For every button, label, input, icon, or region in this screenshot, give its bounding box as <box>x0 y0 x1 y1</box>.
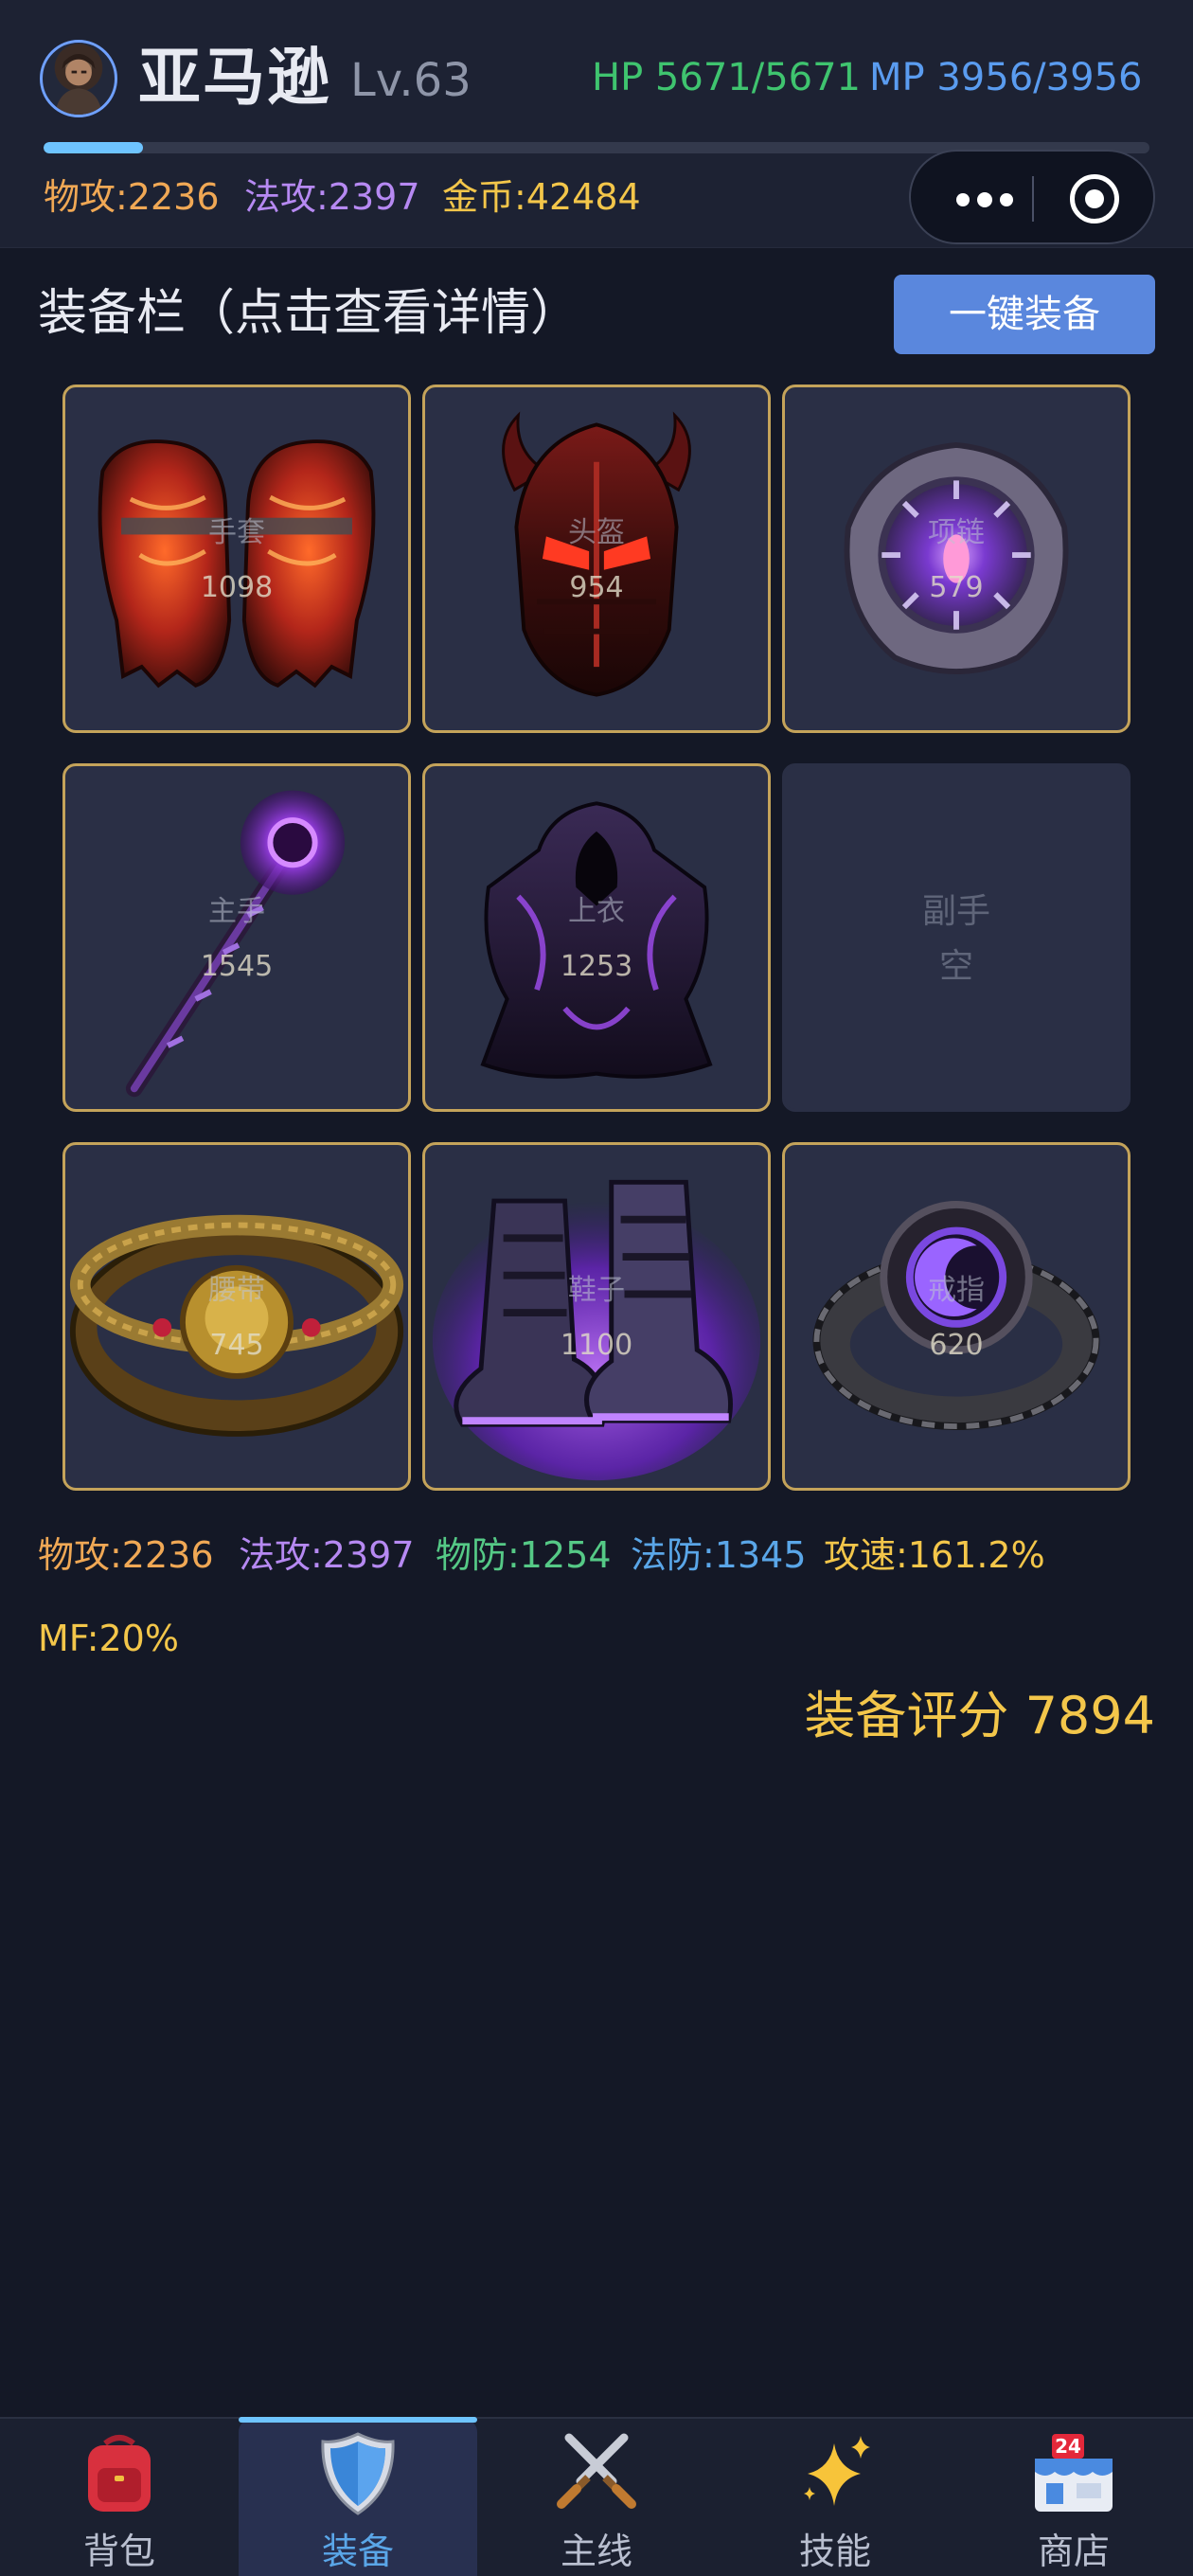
sparkles-icon <box>804 2436 870 2506</box>
slot-power: 620 <box>929 1329 984 1362</box>
slot-label: 手套 <box>208 516 265 549</box>
header-physical-attack: 物攻:2236 <box>44 176 220 218</box>
store-badge: 24 <box>1055 2435 1081 2458</box>
target-icon[interactable] <box>1070 174 1119 224</box>
slot-main-hand[interactable]: 主手 1545 <box>62 763 411 1112</box>
slot-label: 头盔 <box>568 516 625 549</box>
stat-magic-find: MF:20% <box>38 1618 179 1659</box>
slot-power: 空 <box>938 947 973 986</box>
slot-power: 1098 <box>200 571 274 604</box>
stat-physical-attack: 物攻:2236 <box>38 1534 214 1576</box>
slot-ring[interactable]: 戒指 620 <box>782 1142 1131 1491</box>
slot-label: 上衣 <box>568 895 625 928</box>
equipment-score: 装备评分 7894 <box>804 1686 1155 1745</box>
stat-magic-attack: 法攻:2397 <box>239 1534 415 1576</box>
equip-all-button[interactable]: 一键装备 <box>894 275 1155 354</box>
nav-label: 背包 <box>82 2531 155 2572</box>
crossed-swords-icon <box>557 2433 636 2509</box>
slot-label: 项链 <box>928 516 985 549</box>
nav-item-main-quest[interactable]: 主线 <box>477 2419 716 2576</box>
more-icon[interactable] <box>956 192 1013 208</box>
slot-power: 954 <box>569 571 624 604</box>
slot-label: 副手 <box>921 892 990 931</box>
slot-necklace[interactable]: 项链 579 <box>782 385 1131 733</box>
bottom-nav: 背包 装备 主线 技能 24 商店 <box>0 2417 1193 2576</box>
robe-icon <box>480 801 713 1079</box>
miniprogram-capsule <box>909 150 1155 244</box>
slot-power: 579 <box>929 571 984 604</box>
avatar-portrait-icon <box>54 54 103 115</box>
slot-helmet[interactable]: 头盔 954 <box>422 385 771 733</box>
character-header: 亚马逊 Lv.63 HP 5671/5671 MP 3956/3956 物攻:2… <box>0 0 1193 248</box>
mp-readout: MP 3956/3956 <box>869 56 1143 99</box>
boots-icon <box>432 1179 761 1481</box>
slot-label: 腰带 <box>208 1274 265 1307</box>
nav-item-shop[interactable]: 24 商店 <box>954 2419 1193 2576</box>
belt-icon <box>69 1214 404 1437</box>
helmet-icon <box>502 411 691 697</box>
nav-label: 技能 <box>798 2531 871 2572</box>
backpack-icon <box>88 2435 151 2512</box>
ring-icon <box>812 1201 1100 1431</box>
nav-label: 商店 <box>1037 2531 1110 2572</box>
nav-item-equipment[interactable]: 装备 <box>239 2417 477 2576</box>
slot-body-armor[interactable]: 上衣 1253 <box>422 763 771 1112</box>
slot-label: 戒指 <box>928 1274 985 1307</box>
stat-physical-defense: 物防:1254 <box>436 1534 612 1576</box>
slot-belt[interactable]: 腰带 745 <box>62 1142 411 1491</box>
xp-bar-fill <box>44 142 144 153</box>
store-icon: 24 <box>1035 2434 1113 2512</box>
hp-readout: HP 5671/5671 <box>592 56 861 99</box>
slot-power: 745 <box>209 1329 264 1362</box>
equipment-grid: 手套 1098 头盔 954 项链 579 主手 1545 上衣 1253 副手… <box>62 385 1131 1491</box>
avatar[interactable] <box>40 40 117 117</box>
stat-magic-defense: 法防:1345 <box>631 1534 807 1576</box>
staff-icon <box>125 790 346 1098</box>
slot-boots[interactable]: 鞋子 1100 <box>422 1142 771 1491</box>
nav-item-backpack[interactable]: 背包 <box>0 2419 239 2576</box>
gauntlets-icon <box>98 439 376 689</box>
slot-label: 鞋子 <box>568 1274 625 1307</box>
slot-power: 1253 <box>560 950 633 983</box>
slot-power: 1100 <box>560 1329 633 1362</box>
header-magic-attack: 法攻:2397 <box>244 176 420 218</box>
shield-icon <box>321 2432 395 2515</box>
nav-label: 装备 <box>321 2531 394 2572</box>
slot-gloves[interactable]: 手套 1098 <box>62 385 411 733</box>
slot-off-hand[interactable]: 副手 空 <box>782 763 1131 1112</box>
header-gold: 金币:42484 <box>442 176 641 218</box>
character-name: 亚马逊 <box>138 41 331 114</box>
nav-item-skills[interactable]: 技能 <box>716 2419 954 2576</box>
stat-attack-speed: 攻速:161.2% <box>824 1534 1045 1576</box>
equipment-section-title: 装备栏（点击查看详情） <box>38 285 580 342</box>
capsule-divider <box>1032 176 1034 222</box>
character-level: Lv.63 <box>350 54 472 107</box>
slot-label: 主手 <box>208 895 265 928</box>
slot-power: 1545 <box>200 950 274 983</box>
amulet-icon <box>844 442 1069 674</box>
nav-label: 主线 <box>560 2531 632 2572</box>
